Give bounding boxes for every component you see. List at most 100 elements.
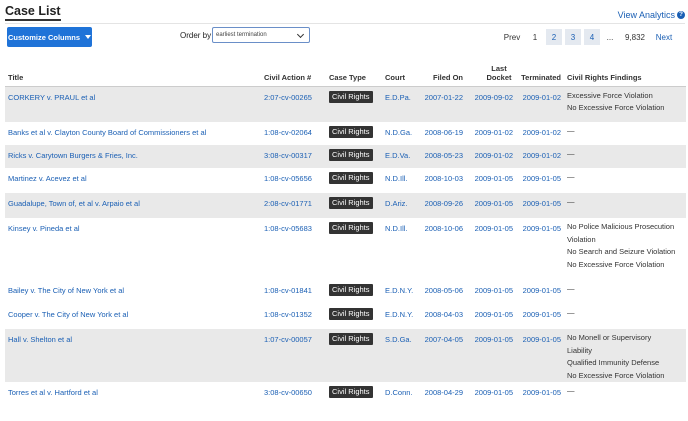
terminated-link[interactable]: 2009-01-02 <box>516 122 564 145</box>
last-docket-link[interactable]: 2009-01-05 <box>466 382 516 407</box>
header-last-docket[interactable]: Last Docket <box>466 58 516 87</box>
findings-cell: — <box>564 382 686 407</box>
filed-on-link[interactable]: 2008-05-06 <box>415 280 466 304</box>
filed-on-link[interactable]: 2008-04-03 <box>415 304 466 329</box>
header-terminated[interactable]: Terminated <box>516 58 564 87</box>
court-link[interactable]: N.D.Ga. <box>382 122 415 145</box>
finding-item: Excessive Force Violation <box>567 90 653 100</box>
case-title-link[interactable]: Cooper v. The City of New York et al <box>5 304 261 329</box>
header-civil-action[interactable]: Civil Action # <box>261 58 326 87</box>
terminated-link[interactable]: 2009-01-05 <box>516 168 564 193</box>
terminated-link[interactable]: 2009-01-02 <box>516 86 564 122</box>
filed-on-link[interactable]: 2008-05-23 <box>415 145 466 168</box>
civil-action-link[interactable]: 2:07-cv-00265 <box>261 86 326 122</box>
filed-on-link[interactable]: 2008-06-19 <box>415 122 466 145</box>
case-title-link[interactable]: Hall v. Shelton et al <box>5 329 261 382</box>
terminated-link[interactable]: 2009-01-02 <box>516 145 564 168</box>
last-docket-link[interactable]: 2009-09-02 <box>466 86 516 122</box>
civil-action-link[interactable]: 1:08-cv-02064 <box>261 122 326 145</box>
civil-action-link[interactable]: 1:08-cv-01841 <box>261 280 326 304</box>
order-by-select[interactable]: earliest termination <box>212 27 310 43</box>
page-1-button[interactable]: 1 <box>527 29 543 45</box>
page-4-button[interactable]: 4 <box>584 29 600 45</box>
last-docket-link[interactable]: 2009-01-05 <box>466 329 516 382</box>
court-link[interactable]: E.D.Va. <box>382 145 415 168</box>
civil-action-link[interactable]: 1:07-cv-00057 <box>261 329 326 382</box>
case-type-badge: Civil Rights <box>329 308 373 320</box>
terminated-link[interactable]: 2009-01-05 <box>516 329 564 382</box>
terminated-link[interactable]: 2009-01-05 <box>516 193 564 218</box>
case-title-link[interactable]: Torres et al v. Hartford et al <box>5 382 261 407</box>
case-title-link[interactable]: CORKERY v. PRAUL et al <box>5 86 261 122</box>
court-link[interactable]: N.D.Ill. <box>382 168 415 193</box>
filed-on-link[interactable]: 2007-01-22 <box>415 86 466 122</box>
table-row: Guadalupe, Town of, et al v. Arpaio et a… <box>5 193 686 218</box>
case-type-badge: Civil Rights <box>329 172 373 184</box>
page-2-button[interactable]: 2 <box>546 29 562 45</box>
customize-columns-button[interactable]: Customize Columns <box>7 27 92 47</box>
case-type-cell: Civil Rights <box>326 145 382 168</box>
terminated-link[interactable]: 2009-01-05 <box>516 218 564 280</box>
civil-action-link[interactable]: 1:08-cv-05683 <box>261 218 326 280</box>
view-analytics-link[interactable]: View Analytics ? <box>618 10 685 20</box>
header-title[interactable]: Title <box>5 58 261 87</box>
help-icon[interactable]: ? <box>677 11 685 19</box>
table-row: Hall v. Shelton et al 1:07-cv-00057 Civil … <box>5 329 686 382</box>
last-docket-link[interactable]: 2009-01-05 <box>466 304 516 329</box>
finding-item: No Police Malicious Prosecution <box>567 222 675 231</box>
court-link[interactable]: S.D.Ga. <box>382 329 415 382</box>
view-analytics-label: View Analytics <box>617 10 675 20</box>
case-title-link[interactable]: Guadalupe, Town of, et al v. Arpaio et a… <box>5 193 261 218</box>
court-link[interactable]: E.D.N.Y. <box>382 280 415 304</box>
civil-action-link[interactable]: 1:08-cv-01352 <box>261 304 326 329</box>
civil-action-link[interactable]: 3:08-cv-00317 <box>261 145 326 168</box>
last-docket-link[interactable]: 2009-01-05 <box>466 280 516 304</box>
civil-action-link[interactable]: 3:08-cv-00650 <box>261 382 326 407</box>
last-docket-link[interactable]: 2009-01-05 <box>466 193 516 218</box>
civil-action-link[interactable]: 2:08-cv-01771 <box>261 193 326 218</box>
page-3-button[interactable]: 3 <box>565 29 581 45</box>
findings-cell: No Police Malicious Prosecution Violation… <box>564 218 686 280</box>
case-title-link[interactable]: Kinsey v. Pineda et al <box>5 218 261 280</box>
last-page-button[interactable]: 9,832 <box>620 29 650 45</box>
last-docket-link[interactable]: 2009-01-02 <box>466 122 516 145</box>
court-link[interactable]: N.D.Ill. <box>382 218 415 280</box>
filed-on-link[interactable]: 2008-04-29 <box>415 382 466 407</box>
court-link[interactable]: D.Conn. <box>382 382 415 407</box>
prev-page-button[interactable]: Prev <box>498 29 526 45</box>
customize-columns-label: Customize Columns <box>7 32 81 42</box>
terminated-link[interactable]: 2009-01-05 <box>516 304 564 329</box>
order-by-label: Order by <box>180 31 212 40</box>
finding-item: — <box>567 308 575 317</box>
header-court[interactable]: Court <box>382 58 415 87</box>
case-title-link[interactable]: Banks et al v. Clayton County Board of C… <box>5 122 261 145</box>
finding-item: Qualified Immunity Defense <box>567 358 660 367</box>
terminated-link[interactable]: 2009-01-05 <box>516 280 564 304</box>
case-type-badge: Civil Rights <box>329 333 373 345</box>
filed-on-link[interactable]: 2008-10-06 <box>415 218 466 280</box>
civil-action-link[interactable]: 1:08-cv-05656 <box>261 168 326 193</box>
findings-cell: Excessive Force Violation No Excessive Fo… <box>564 86 686 122</box>
case-type-cell: Civil Rights <box>326 122 382 145</box>
findings-cell: — <box>564 304 686 329</box>
filed-on-link[interactable]: 2008-10-03 <box>415 168 466 193</box>
filed-on-link[interactable]: 2008-09-26 <box>415 193 466 218</box>
next-page-button[interactable]: Next <box>653 29 675 45</box>
case-title-link[interactable]: Ricks v. Carytown Burgers & Fries, Inc. <box>5 145 261 168</box>
last-docket-link[interactable]: 2009-01-05 <box>466 168 516 193</box>
case-title-link[interactable]: Martinez v. Acevez et al <box>5 168 261 193</box>
terminated-link[interactable]: 2009-01-05 <box>516 382 564 407</box>
court-link[interactable]: D.Ariz. <box>382 193 415 218</box>
header-findings[interactable]: Civil Rights Findings <box>564 58 686 87</box>
last-docket-link[interactable]: 2009-01-02 <box>466 145 516 168</box>
header-case-type[interactable]: Case Type <box>326 58 382 87</box>
table-row: Cooper v. The City of New York et al 1:08… <box>5 304 686 329</box>
court-link[interactable]: E.D.N.Y. <box>382 304 415 329</box>
case-title-link[interactable]: Bailey v. The City of New York et al <box>5 280 261 304</box>
case-type-badge: Civil Rights <box>329 90 373 103</box>
header-filed-on[interactable]: Filed On <box>415 58 466 87</box>
court-link[interactable]: E.D.Pa. <box>382 86 415 122</box>
last-docket-link[interactable]: 2009-01-05 <box>466 218 516 280</box>
case-type-badge: Civil Rights <box>329 386 373 398</box>
filed-on-link[interactable]: 2007-04-05 <box>415 329 466 382</box>
